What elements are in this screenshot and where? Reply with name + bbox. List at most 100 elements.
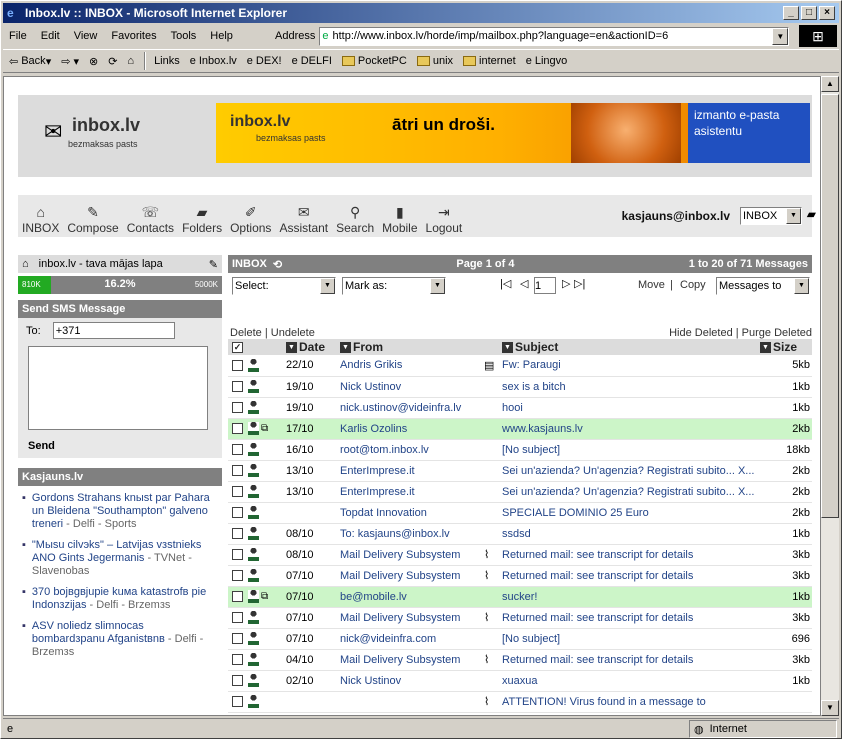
row-subject[interactable]: ATTENTION! Virus found in a message to [502, 691, 760, 713]
table-row[interactable]: 07/10 Mail Delivery Subsystem ⌇ Returned ma… [228, 607, 812, 629]
purge-deleted-link[interactable]: Purge Deleted [742, 327, 812, 339]
ad-banner-side[interactable]: izmanto e-pasta asistentu [688, 103, 810, 163]
col-subject[interactable]: ▼ Subject [502, 339, 760, 355]
sms-send-button[interactable]: Send [28, 440, 55, 452]
link-dex[interactable]: e DEX! [247, 55, 282, 67]
menu-view[interactable]: View [74, 30, 98, 42]
address-dropdown-button[interactable]: ▼ [772, 27, 789, 45]
select-dropdown[interactable]: Select: ▼ [232, 277, 336, 295]
mark-as-dropdown[interactable]: Mark as: ▼ [342, 277, 446, 295]
refresh-icon[interactable]: ⟲ [273, 258, 282, 271]
row-subject[interactable]: Sei un'azienda? Un'agenzia? Registrati s… [502, 460, 760, 482]
table-row[interactable]: 02/10 Nick Ustinov xuaxua 1kb [228, 670, 812, 692]
undelete-link[interactable]: Undelete [271, 327, 315, 339]
back-button[interactable]: ⇦ Back ▾ [9, 55, 51, 68]
table-row[interactable]: 19/10 Nick Ustinov sex is a bitch 1kb [228, 376, 812, 398]
nav-mobile[interactable]: ▮ Mobile [382, 203, 417, 237]
row-from[interactable]: root@tom.inbox.lv [340, 439, 484, 461]
news-item[interactable]: ▪ ASV noliedz slimnocas bombardзpanu Afga… [22, 620, 218, 659]
row-subject[interactable]: ssdsd [502, 523, 760, 545]
table-row[interactable]: ⧉ 17/10 Karlis Ozolins www.kasjauns.lv 2kb [228, 418, 812, 440]
table-row[interactable]: 16/10 root@tom.inbox.lv [No subject] 18kb [228, 439, 812, 461]
first-page-icon[interactable]: |◁ [500, 277, 511, 290]
row-from[interactable]: Andris Grikis [340, 355, 484, 377]
sms-to-input[interactable] [52, 322, 175, 339]
row-checkbox[interactable] [232, 675, 243, 687]
table-row[interactable]: ⌇ ATTENTION! Virus found in a message to [228, 691, 812, 713]
table-row[interactable]: ⧉ 07/10 be@mobile.lv sucker! 1kb [228, 586, 812, 608]
prev-page-icon[interactable]: ◁ [520, 277, 528, 290]
link-inbox[interactable]: e Inbox.lv [190, 55, 237, 67]
row-subject[interactable]: xuaxua [502, 670, 760, 692]
menu-favorites[interactable]: Favorites [111, 30, 156, 42]
row-from[interactable]: To: kasjauns@inbox.lv [340, 523, 484, 545]
address-input[interactable]: e http://www.inbox.lv/horde/imp/mailbox.… [319, 26, 790, 46]
col-from[interactable]: ▼ From [340, 339, 484, 355]
row-checkbox[interactable] [232, 528, 243, 540]
link-internet[interactable]: internet [463, 55, 516, 67]
row-from[interactable]: Mail Delivery Subsystem [340, 565, 484, 587]
link-pocketpc[interactable]: PocketPC [341, 55, 407, 67]
row-checkbox[interactable] [232, 359, 243, 371]
row-checkbox[interactable] [232, 549, 243, 561]
nav-logout[interactable]: ⇥ Logout [426, 203, 463, 237]
menu-tools[interactable]: Tools [171, 30, 197, 42]
row-from[interactable]: Mail Delivery Subsystem [340, 649, 484, 671]
scroll-up-arrow[interactable]: ▲ [821, 76, 839, 92]
news-item[interactable]: ▪ "Mыsu cilvэks" – Latvijas vзstnieks ANO… [22, 539, 218, 578]
news-item[interactable]: ▪ 370 bojвgвjupie kuмa katastrofв pie Ind… [22, 586, 218, 612]
row-subject[interactable]: [No subject] [502, 439, 760, 461]
nav-compose[interactable]: ✎ Compose [67, 203, 118, 237]
folder-select[interactable]: INBOX ▼ [740, 207, 802, 225]
menu-file[interactable]: File [9, 30, 27, 42]
nav-contacts[interactable]: ☏ Contacts [127, 203, 174, 237]
nav-assistant[interactable]: ✉ Assistant [279, 203, 328, 237]
row-from[interactable]: Mail Delivery Subsystem [340, 544, 484, 566]
row-from[interactable]: Topdat Innovation [340, 502, 484, 524]
row-checkbox[interactable] [232, 570, 243, 582]
messages-to-dropdown[interactable]: Messages to ▼ [716, 277, 810, 295]
row-subject[interactable]: Returned mail: see transcript for detail… [502, 607, 760, 629]
vertical-scrollbar[interactable]: ▲ ▼ [821, 76, 839, 716]
row-subject[interactable]: www.kasjauns.lv [502, 418, 760, 440]
link-delfi[interactable]: e DELFI [292, 55, 332, 67]
open-folder-icon[interactable]: ▰ [807, 207, 816, 221]
refresh-button[interactable]: ⟳ [108, 55, 117, 68]
table-row[interactable]: 07/10 nick@videinfra.com [No subject] 696 [228, 628, 812, 650]
table-row[interactable]: 13/10 EnterImprese.it Sei un'azienda? Un'a… [228, 460, 812, 482]
move-button[interactable]: Move [638, 279, 665, 291]
last-page-icon[interactable]: ▷| [574, 277, 585, 290]
scroll-thumb[interactable] [821, 94, 839, 518]
row-from[interactable] [340, 691, 484, 713]
minimize-button[interactable]: _ [783, 6, 799, 20]
home-link[interactable]: ⌂ inbox.lv - tava mājas lapa ✎ [18, 255, 222, 273]
maximize-button[interactable]: □ [801, 6, 817, 20]
row-checkbox[interactable] [232, 591, 243, 603]
delete-link[interactable]: Delete [230, 327, 262, 339]
row-checkbox[interactable] [232, 444, 243, 456]
row-checkbox[interactable] [232, 654, 243, 666]
row-checkbox[interactable] [232, 402, 243, 414]
ad-banner[interactable]: inbox.lv bezmaksas pasts ātri un droši. [216, 103, 688, 163]
table-row[interactable]: 04/10 Mail Delivery Subsystem ⌇ Returned ma… [228, 649, 812, 671]
inbox-logo[interactable]: ✉ inbox.lv bezmaksas pasts [42, 115, 152, 155]
home-button[interactable]: ⌂ [127, 55, 134, 67]
row-subject[interactable]: sex is a bitch [502, 376, 760, 398]
table-row[interactable]: 13/10 EnterImprese.it Sei un'azienda? Un'a… [228, 481, 812, 503]
row-subject[interactable]: hooi [502, 397, 760, 419]
table-row[interactable]: Topdat Innovation SPECIALE DOMINIO 25 Eur… [228, 502, 812, 524]
sms-message-textarea[interactable] [28, 346, 208, 430]
row-subject[interactable]: Sei un'azienda? Un'agenzia? Registrati s… [502, 481, 760, 503]
row-subject[interactable]: [No subject] [502, 628, 760, 650]
row-subject[interactable]: SPECIALE DOMINIO 25 Euro [502, 502, 760, 524]
row-checkbox[interactable] [232, 423, 243, 435]
row-checkbox[interactable] [232, 381, 243, 393]
page-number-input[interactable] [534, 277, 556, 294]
row-from[interactable]: Mail Delivery Subsystem [340, 607, 484, 629]
col-size[interactable]: ▼ Size [760, 339, 812, 355]
forward-button[interactable]: ⇨ ▾ [61, 55, 79, 68]
row-checkbox[interactable] [232, 507, 243, 519]
row-from[interactable]: Nick Ustinov [340, 376, 484, 398]
next-page-icon[interactable]: ▷ [562, 277, 570, 290]
row-checkbox[interactable] [232, 465, 243, 477]
